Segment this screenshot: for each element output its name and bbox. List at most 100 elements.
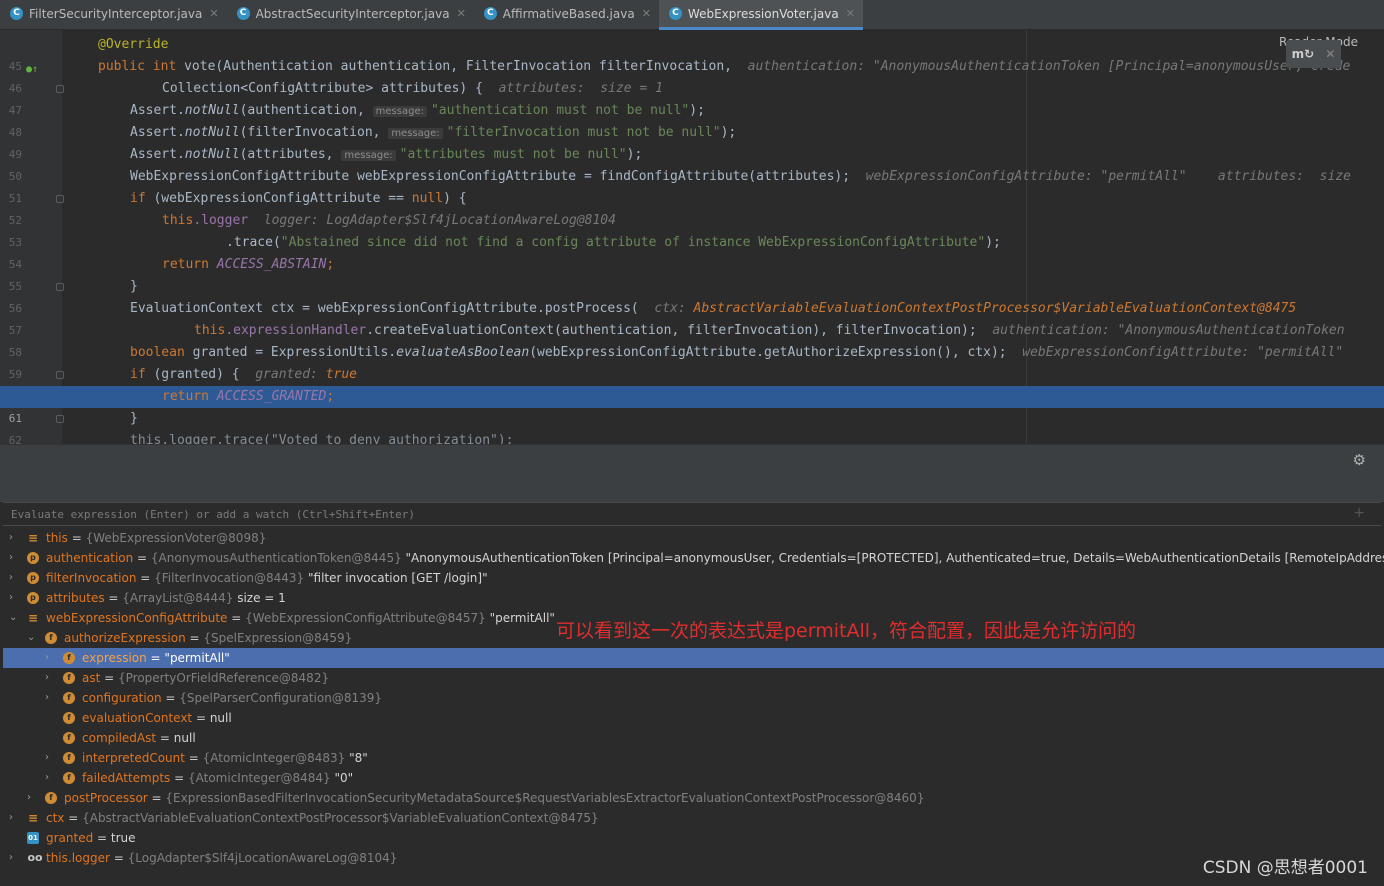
chevron-right-icon[interactable]: › (45, 748, 55, 768)
code-token: if (130, 191, 146, 206)
fold-icon[interactable] (56, 371, 64, 379)
code-token: (granted) { (153, 367, 240, 382)
chevron-right-icon[interactable]: › (27, 788, 37, 808)
code-token: "authentication must not be null" (430, 103, 690, 118)
plugin-popup[interactable]: m↻ ✕ (1286, 40, 1341, 68)
add-watch-icon[interactable]: + (1353, 505, 1365, 521)
variable-text: interpretedCount = {AtomicInteger@8483} … (82, 751, 368, 765)
close-icon[interactable]: ✕ (846, 7, 855, 20)
code-token: null (411, 191, 444, 206)
code-line: 56 } (0, 276, 1384, 315)
variable-row[interactable]: f compiledAst = null (3, 728, 1384, 748)
variable-row[interactable]: › f failedAttempts = {AtomicInteger@8484} … (3, 768, 1384, 788)
evaluate-expression-input[interactable] (3, 503, 1343, 526)
object-icon: ≡ (27, 531, 39, 545)
chevron-right-icon[interactable]: › (9, 548, 19, 568)
variable-value: "filter invocation [GET /login]" (308, 571, 488, 585)
variable-name: interpretedCount (82, 751, 185, 765)
tab-affirmative-based[interactable]: C AffirmativeBased.java ✕ (474, 0, 659, 30)
variable-row[interactable]: 01 granted = true (3, 828, 1384, 848)
variable-name: webExpressionConfigAttribute (46, 611, 228, 625)
variable-row[interactable]: › p filterInvocation = {FilterInvocation@8… (3, 568, 1384, 588)
java-class-icon: C (668, 7, 682, 20)
field-icon: f (63, 732, 75, 744)
variable-row[interactable]: › f configuration = {SpelParserConfigurati… (3, 688, 1384, 708)
variable-row[interactable]: › f postProcessor = {ExpressionBasedFilter… (3, 788, 1384, 808)
variable-value: "0" (334, 771, 354, 785)
fold-icon[interactable] (56, 283, 64, 291)
code-token: granted = ExpressionUtils. (192, 345, 397, 360)
variable-row[interactable]: f evaluationContext = null (3, 708, 1384, 728)
code-line: 59 boolean granted = ExpressionUtils.eva… (0, 342, 1384, 381)
local-variable-icon: 01 (27, 832, 39, 844)
gear-icon[interactable]: ⚙ (1353, 451, 1366, 469)
variables-tree[interactable]: › ≡ this = {WebExpressionVoter@8098} › p aut… (3, 528, 1384, 886)
chevron-right-icon[interactable]: › (9, 848, 19, 868)
tab-abstract-security-interceptor[interactable]: C AbstractSecurityInterceptor.java ✕ (227, 0, 474, 30)
variable-value: size = 1 (237, 591, 286, 605)
debug-inline-value: webExpressionConfigAttribute: "permitAll… (865, 169, 1351, 184)
variable-type: {WebExpressionVoter@8098} (85, 531, 267, 545)
code-token: ; (326, 389, 335, 404)
debug-subheader (0, 474, 1384, 502)
chevron-right-icon[interactable]: › (9, 568, 19, 588)
fold-icon[interactable] (56, 415, 64, 423)
variable-name: failedAttempts (82, 771, 171, 785)
variable-name: this.logger (46, 851, 110, 865)
chevron-down-icon[interactable]: ⌄ (27, 628, 37, 648)
debug-inline-value: webExpressionConfigAttribute: "permitAll… (1022, 345, 1344, 360)
variable-text: ast = {PropertyOrFieldReference@8482} (82, 671, 330, 685)
variable-name: configuration (82, 691, 162, 705)
code-token: .trace( (226, 235, 281, 250)
variable-row[interactable]: › oo this.logger = {LogAdapter$Slf4jLocati… (3, 848, 1384, 868)
close-icon[interactable]: ✕ (457, 7, 466, 20)
chevron-right-icon[interactable]: › (45, 648, 55, 668)
variable-row[interactable]: › f ast = {PropertyOrFieldReference@8482} (3, 668, 1384, 688)
chevron-right-icon[interactable]: › (45, 688, 55, 708)
code-token: WebExpressionConfigAttribute webExpressi… (130, 169, 851, 184)
code-token: this (162, 213, 194, 228)
code-token: ACCESS_ABSTAIN (216, 257, 327, 272)
variable-row[interactable]: › p attributes = {ArrayList@8444} size = 1 (3, 588, 1384, 608)
close-icon[interactable]: ✕ (1325, 47, 1335, 61)
parameter-icon: p (27, 552, 39, 564)
chevron-down-icon[interactable]: ⌄ (9, 608, 19, 628)
code-token: } (130, 411, 138, 426)
variable-name: attributes (46, 591, 105, 605)
chevron-right-icon[interactable]: › (45, 668, 55, 688)
code-editor[interactable]: 45 @Override 46 ●↑ public int vote(Authe… (0, 30, 1384, 444)
code-token: "attributes must not be null" (399, 147, 627, 162)
code-token: int (152, 59, 177, 74)
tab-filter-security-interceptor[interactable]: C FilterSecurityInterceptor.java ✕ (0, 0, 227, 30)
code-token: .expressionHandler (225, 323, 367, 338)
close-icon[interactable]: ✕ (642, 7, 651, 20)
chevron-right-icon[interactable]: › (9, 528, 19, 548)
variable-text: failedAttempts = {AtomicInteger@8484} "0… (82, 771, 354, 785)
code-token: Assert. (130, 125, 185, 140)
variable-row[interactable]: › ≡ this = {WebExpressionVoter@8098} (3, 528, 1384, 548)
variable-name: authorizeExpression (64, 631, 186, 645)
code-token: this (194, 323, 226, 338)
maven-reload-icon[interactable]: m↻ (1292, 47, 1315, 61)
chevron-right-icon[interactable]: › (9, 808, 19, 828)
variable-row[interactable]: › p authentication = {AnonymousAuthenticat… (3, 548, 1384, 568)
debug-inline-label: granted: (255, 367, 318, 382)
fold-icon[interactable] (56, 195, 64, 203)
close-icon[interactable]: ✕ (209, 7, 218, 20)
field-icon: f (45, 632, 57, 644)
fold-icon[interactable] (56, 85, 64, 93)
tab-label: WebExpressionVoter.java (687, 6, 839, 21)
variable-value: "8" (349, 751, 368, 765)
variable-row[interactable]: › ≡ ctx = {AbstractVariableEvaluationConte… (3, 808, 1384, 828)
chevron-right-icon[interactable]: › (45, 768, 55, 788)
variable-type: {AtomicInteger@8483} (202, 751, 350, 765)
code-token: if (130, 367, 146, 382)
variable-type: {WebExpressionConfigAttribute@8457} (245, 611, 490, 625)
current-execution-line: 61 return ACCESS_GRANTED; (0, 386, 1384, 425)
variable-row[interactable]: › f interpretedCount = {AtomicInteger@8483… (3, 748, 1384, 768)
variable-type: {LogAdapter$Slf4jLocationAwareLog@8104} (127, 851, 398, 865)
tab-web-expression-voter[interactable]: C WebExpressionVoter.java ✕ (658, 0, 863, 30)
code-token: (authentication, (239, 103, 365, 118)
chevron-right-icon[interactable]: › (9, 588, 19, 608)
variable-row[interactable]: › f expression = "permitAll" (3, 648, 1384, 668)
